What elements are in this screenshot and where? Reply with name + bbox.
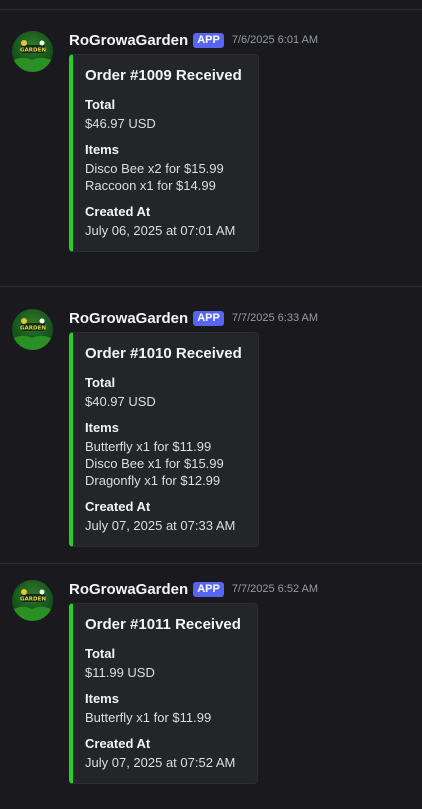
total-field: Total $46.97 USD (85, 96, 242, 132)
message-header: RoGrowaGarden APP 7/6/2025 6:01 AM (69, 31, 318, 49)
app-badge: APP (193, 310, 224, 326)
message-divider (0, 286, 422, 287)
total-value: $40.97 USD (85, 394, 156, 409)
svg-text:GARDEN: GARDEN (20, 48, 46, 54)
avatar[interactable]: GARDEN (12, 580, 53, 621)
field-name: Items (85, 691, 119, 706)
avatar[interactable]: GARDEN (12, 309, 53, 350)
rogrowagarden-logo-icon: GARDEN (12, 589, 53, 621)
order-item: Raccoon x1 for $14.99 (85, 178, 216, 193)
svg-text:GARDEN: GARDEN (20, 326, 46, 332)
order-embed: Order #1011 Received Total $11.99 USD It… (69, 603, 258, 784)
created-at-field: Created At July 07, 2025 at 07:33 AM (85, 498, 242, 534)
message-timestamp[interactable]: 7/7/2025 6:33 AM (232, 312, 318, 324)
rogrowagarden-logo-icon: GARDEN (12, 318, 53, 350)
items-field: Items Disco Bee x2 for $15.99 Raccoon x1… (85, 141, 242, 194)
items-field: Items Butterfly x1 for $11.99 (85, 690, 241, 726)
field-name: Items (85, 142, 119, 157)
message-header: RoGrowaGarden APP 7/7/2025 6:33 AM (69, 309, 318, 327)
message-timestamp[interactable]: 7/6/2025 6:01 AM (232, 34, 318, 46)
total-value: $11.99 USD (85, 665, 155, 680)
field-name: Created At (85, 499, 151, 514)
order-item: Butterfly x1 for $11.99 (85, 439, 212, 454)
order-embed: Order #1009 Received Total $46.97 USD It… (69, 54, 259, 252)
chat-message-list: GARDEN RoGrowaGarden APP 7/6/2025 6:01 A… (0, 0, 422, 809)
author-name[interactable]: RoGrowaGarden (69, 310, 188, 327)
order-item: Dragonfly x1 for $12.99 (85, 473, 221, 488)
field-name: Created At (85, 736, 151, 751)
field-name: Total (85, 375, 116, 390)
items-field: Items Butterfly x1 for $11.99 Disco Bee … (85, 419, 242, 489)
total-field: Total $11.99 USD (85, 645, 241, 681)
field-name: Items (85, 420, 119, 435)
created-at-value: July 07, 2025 at 07:33 AM (85, 518, 236, 533)
message-divider (0, 9, 422, 10)
app-badge: APP (193, 32, 224, 48)
order-item: Butterfly x1 for $11.99 (85, 710, 212, 725)
rogrowagarden-logo-icon: GARDEN (12, 40, 53, 72)
total-value: $46.97 USD (85, 116, 156, 131)
message-header: RoGrowaGarden APP 7/7/2025 6:52 AM (69, 580, 318, 598)
embed-title: Order #1010 Received (85, 345, 242, 362)
created-at-field: Created At July 06, 2025 at 07:01 AM (85, 203, 242, 239)
field-name: Total (85, 97, 116, 112)
embed-title: Order #1011 Received (85, 616, 241, 633)
author-name[interactable]: RoGrowaGarden (69, 581, 188, 598)
order-item: Disco Bee x1 for $15.99 (85, 456, 224, 471)
created-at-value: July 06, 2025 at 07:01 AM (85, 223, 236, 238)
svg-text:GARDEN: GARDEN (20, 597, 46, 603)
message-divider (0, 563, 422, 564)
embed-title: Order #1009 Received (85, 67, 242, 84)
created-at-field: Created At July 07, 2025 at 07:52 AM (85, 735, 241, 771)
field-name: Total (85, 646, 116, 661)
message-timestamp[interactable]: 7/7/2025 6:52 AM (232, 583, 318, 595)
app-badge: APP (193, 581, 224, 597)
items-value: Butterfly x1 for $11.99 Disco Bee x1 for… (85, 438, 242, 489)
field-name: Created At (85, 204, 151, 219)
created-at-value: July 07, 2025 at 07:52 AM (85, 755, 236, 770)
avatar[interactable]: GARDEN (12, 31, 53, 72)
order-embed: Order #1010 Received Total $40.97 USD It… (69, 332, 259, 547)
items-value: Butterfly x1 for $11.99 (85, 709, 241, 726)
total-field: Total $40.97 USD (85, 374, 242, 410)
author-name[interactable]: RoGrowaGarden (69, 32, 188, 49)
order-item: Disco Bee x2 for $15.99 (85, 161, 224, 176)
items-value: Disco Bee x2 for $15.99 Raccoon x1 for $… (85, 160, 242, 194)
